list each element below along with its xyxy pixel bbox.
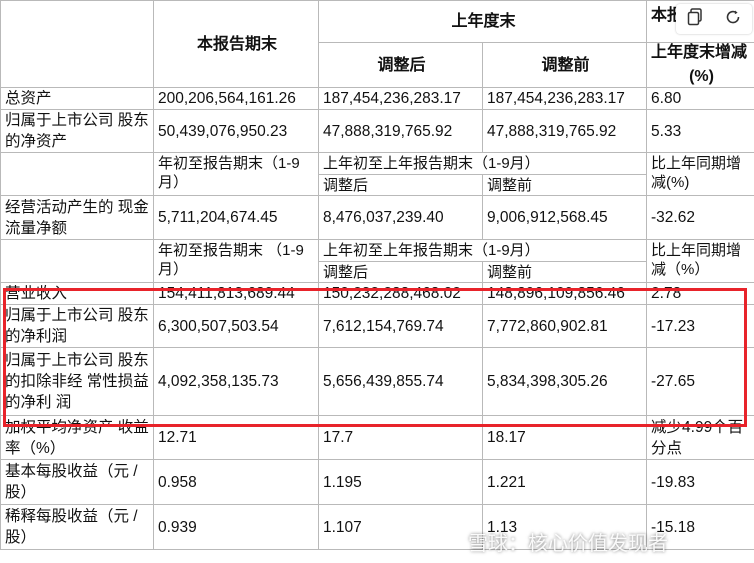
row-label: 归属于上市公司 股东的净资产	[0, 109, 154, 153]
cell-before: 47,888,319,765.92	[481, 109, 648, 153]
cell-after: 8,476,037,239.40	[318, 195, 483, 240]
cell-before: 9,006,912,568.45	[481, 195, 648, 240]
cell-current: 154,411,813,689.44	[153, 282, 319, 305]
cell-after: 47,888,319,765.92	[318, 109, 483, 153]
floating-toolbar	[676, 4, 752, 34]
cell-before: 1.221	[481, 459, 648, 505]
subheader-before: 调整前	[481, 174, 648, 196]
copy-icon[interactable]	[684, 7, 706, 31]
header-change-unit: (%)	[689, 68, 714, 85]
header-adjusted-after: 调整后	[318, 42, 483, 88]
cell-current: 50,439,076,950.23	[153, 109, 319, 153]
cell-change: -27.65	[646, 347, 754, 416]
cell-current: 4,092,358,135.73	[153, 347, 319, 416]
cell-current: 6,300,507,503.54	[153, 304, 319, 348]
cell-change: -19.83	[646, 459, 754, 505]
subheader-corner	[0, 239, 154, 283]
row-label: 归属于上市公司 股东的净利润	[0, 304, 154, 348]
subheader-current: 年初至报告期末 （1-9 月）	[153, 239, 319, 283]
header-corner	[0, 0, 154, 88]
cell-change: 6.80	[646, 87, 754, 110]
subheader-before: 调整前	[481, 261, 648, 283]
header-change: 上年度末增减 (%)	[646, 42, 754, 88]
subheader-after: 调整后	[318, 174, 483, 196]
cell-after: 5,656,439,855.74	[318, 347, 483, 416]
cell-current: 5,711,204,674.45	[153, 195, 319, 240]
row-label: 加权平均净资产 收益率（%）	[0, 415, 154, 460]
subheader-corner	[0, 152, 154, 196]
row-label: 基本每股收益（元 / 股）	[0, 459, 154, 505]
header-last-year-end: 上年度末	[317, 0, 648, 43]
cell-before: 7,772,860,902.81	[481, 304, 648, 348]
header-change-label: 上年度末增减	[651, 44, 748, 61]
cell-after: 1.107	[318, 504, 483, 550]
cell-current: 0.939	[153, 504, 319, 550]
cell-after: 7,612,154,769.74	[318, 304, 483, 348]
cell-after: 1.195	[318, 459, 483, 505]
cell-before: 148,896,109,856.46	[481, 282, 648, 305]
cell-change: -17.23	[646, 304, 754, 348]
header-current-period: 本报告期末	[153, 0, 319, 88]
cell-current: 200,206,564,161.26	[153, 87, 319, 110]
row-label: 稀释每股收益（元 / 股）	[0, 504, 154, 550]
cell-current: 12.71	[153, 415, 319, 460]
cell-change: 2.78	[646, 282, 754, 305]
cell-after: 150,232,288,468.02	[318, 282, 483, 305]
cell-change: -32.62	[646, 195, 754, 240]
header-adjusted-before: 调整前	[481, 42, 648, 88]
cell-before: 5,834,398,305.26	[481, 347, 648, 416]
row-label: 营业收入	[0, 282, 154, 305]
cell-after: 187,454,236,283.17	[318, 87, 483, 110]
subheader-change: 比上年同期增 减（%）	[646, 239, 754, 283]
subheader-last-year: 上年初至上年报告期末（1-9月）	[317, 239, 648, 262]
cell-current: 0.958	[153, 459, 319, 505]
watermark: 雪球：核心价值发现者	[468, 533, 668, 555]
subheader-last-year: 上年初至上年报告期末（1-9月）	[317, 152, 648, 175]
financial-table: 本报告期末 上年度末 本报 调整后 调整前 上年度末增减 (%) 总资产 200…	[0, 0, 754, 550]
subheader-after: 调整后	[318, 261, 483, 283]
row-label: 总资产	[0, 87, 154, 110]
cell-before: 187,454,236,283.17	[481, 87, 648, 110]
cell-after: 17.7	[318, 415, 483, 460]
refresh-icon[interactable]	[722, 8, 744, 31]
subheader-current: 年初至报告期末（1-9 月）	[153, 152, 319, 196]
subheader-change: 比上年同期增 减(%)	[646, 152, 754, 196]
row-label: 经营活动产生的 现金流量净额	[0, 195, 154, 240]
cell-change: 5.33	[646, 109, 754, 153]
row-label: 归属于上市公司 股东的扣除非经 常性损益的净利 润	[0, 347, 154, 416]
cell-before: 18.17	[481, 415, 648, 460]
cell-change: 减少4.99个百 分点	[646, 415, 754, 460]
